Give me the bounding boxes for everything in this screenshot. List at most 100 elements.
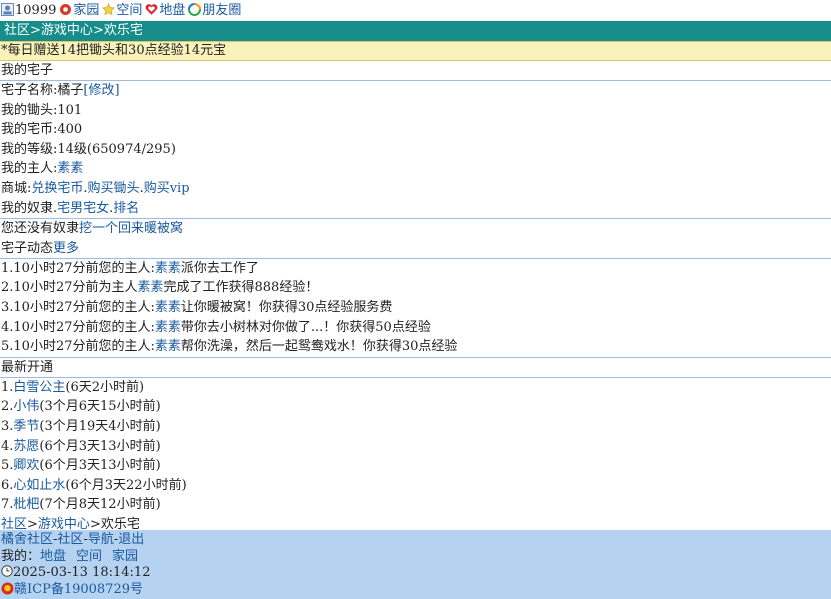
footer-my-label: 我的： xyxy=(1,548,41,564)
house-name-value: 橘子 xyxy=(57,83,84,98)
newest-item-time: (3个月19天4小时前) xyxy=(39,418,161,434)
coin-count: 我的宅币:400 xyxy=(1,122,83,138)
dynamic-item-text: 1.10小时27分前您的主人: xyxy=(1,260,155,276)
dynamic-item-name-link[interactable]: 素素 xyxy=(155,320,181,335)
edit-house-name-link[interactable]: [修改] xyxy=(83,83,119,98)
ranking-link[interactable]: 排名 xyxy=(113,201,139,216)
newest-item-name-link[interactable]: 卿欢 xyxy=(13,458,39,473)
dig-slave-link[interactable]: 挖一个回来暖被窝 xyxy=(79,221,183,236)
slaves-label: 我的奴隶. xyxy=(1,200,58,216)
footer-link-logout[interactable]: 退出 xyxy=(118,532,144,547)
link-space-label: 空间 xyxy=(116,2,143,18)
dynamic-item-name-link[interactable]: 素素 xyxy=(155,339,181,354)
daily-notice: *每日赠送14把锄头和30点经验14元宝 xyxy=(0,41,831,61)
footer-datetime: 2025-03-13 18:14:12 xyxy=(13,565,151,580)
buy-vip-link[interactable]: 购买vip xyxy=(144,181,190,196)
footer-my-home[interactable]: 家园 xyxy=(112,549,138,564)
newest-item-time: (6天2小时前) xyxy=(65,379,145,395)
footer-link-nav[interactable]: 导航 xyxy=(88,532,114,547)
master-label: 我的主人: xyxy=(1,161,58,177)
newest-item-number: 3. xyxy=(1,418,14,434)
master-link[interactable]: 素素 xyxy=(57,161,83,176)
link-territory[interactable]: 地盘 xyxy=(145,1,185,21)
newest-item: 4.苏愿(6个月3天13小时前) xyxy=(0,437,831,457)
footer-my-territory[interactable]: 地盘 xyxy=(40,549,66,564)
no-slave-text: 您还没有奴隶 xyxy=(1,221,80,237)
dynamics-more-link[interactable]: 更多 xyxy=(53,241,79,256)
newest-item-time: (6个月3天13小时前) xyxy=(39,438,161,454)
dynamic-item-result: 派你去工作了 xyxy=(180,260,259,276)
breadcrumb: 社区>游戏中心>欢乐宅 xyxy=(0,21,831,41)
dynamics-title-text: 宅子动态 xyxy=(1,240,54,256)
newest-item: 3.季节(3个月19天4小时前) xyxy=(0,417,831,437)
clock-icon xyxy=(1,565,13,577)
otaku-link[interactable]: 宅男宅女 xyxy=(57,201,109,216)
no-slave-row: 您还没有奴隶挖一个回来暖被窝 xyxy=(0,219,831,239)
dynamic-item: 4.10小时27分前您的主人:素素带你去小树林对你做了...！你获得50点经验 xyxy=(0,318,831,338)
newest-item-name-link[interactable]: 小伟 xyxy=(13,399,39,414)
dynamic-item: 2.10小时27分前为主人素素完成了工作获得888经验！ xyxy=(0,278,831,298)
footer-time-row: 2025-03-13 18:14:12 xyxy=(1,565,831,582)
section-newest-title: 最新开通 xyxy=(0,358,831,378)
dynamic-item-result: 带你去小树林对你做了...！你获得50点经验 xyxy=(180,319,431,335)
footer-my-space[interactable]: 空间 xyxy=(76,549,102,564)
breadcrumb-community[interactable]: 社区 xyxy=(4,23,30,38)
shop-label: 商城: xyxy=(1,180,32,196)
newest-item-time: (3个月6天15小时前) xyxy=(39,399,161,415)
newest-item-time: (7个月8天12小时前) xyxy=(39,497,161,513)
footer-link-community[interactable]: 社区 xyxy=(57,532,83,547)
dynamic-item: 1.10小时27分前您的主人:素素派你去工作了 xyxy=(0,259,831,279)
user-id: 10999 xyxy=(1,1,56,21)
newest-item-time: (6个月3天22小时前) xyxy=(65,477,187,493)
newest-item: 5.卿欢(6个月3天13小时前) xyxy=(0,456,831,476)
newest-list: 1.白雪公主(6天2小时前) 2.小伟(3个月6天15小时前) 3.季节(3个月19… xyxy=(0,378,831,515)
dynamic-item-name-link[interactable]: 素素 xyxy=(155,300,181,315)
newest-item-name-link[interactable]: 苏愿 xyxy=(13,439,39,454)
dynamic-item-name-link[interactable]: 素素 xyxy=(138,280,164,295)
newest-item: 6.心如止水(6个月3天22小时前) xyxy=(0,476,831,496)
link-home[interactable]: 家园 xyxy=(59,1,99,21)
friends-circle-icon xyxy=(188,2,202,16)
footer-link-site[interactable]: 橘舍社区 xyxy=(1,532,53,547)
user-id-text: 10999 xyxy=(15,2,57,18)
newest-item-name-link[interactable]: 季节 xyxy=(13,419,39,434)
footer-icp-row: 赣ICP备19008729号 xyxy=(1,582,831,599)
level-info: 我的等级:14级(650974/295) xyxy=(1,141,176,157)
newest-item-number: 7. xyxy=(1,497,14,513)
newest-item-name-link[interactable]: 白雪公主 xyxy=(13,380,65,395)
home-icon xyxy=(60,3,72,15)
dynamic-item-text: 3.10小时27分前您的主人: xyxy=(1,299,155,315)
link-home-label: 家园 xyxy=(73,2,100,18)
user-icon xyxy=(1,2,14,16)
newest-item-number: 4. xyxy=(1,438,14,454)
icp-link[interactable]: 赣ICP备19008729号 xyxy=(14,582,143,597)
dynamic-item-text: 5.10小时27分前您的主人: xyxy=(1,339,155,355)
newest-item-number: 2. xyxy=(1,399,14,415)
dynamics-list: 1.10小时27分前您的主人:素素派你去工作了 2.10小时27分前为主人素素完成… xyxy=(0,259,831,358)
breadcrumb-current: 欢乐宅 xyxy=(103,23,143,38)
newest-item-number: 1. xyxy=(1,379,14,395)
dynamic-item-result: 帮你洗澡，然后一起鸳鸯戏水！你获得30点经验 xyxy=(180,339,458,355)
dynamic-item-name-link[interactable]: 素素 xyxy=(155,261,181,276)
section-my-house-title: 我的宅子 xyxy=(0,61,831,81)
breadcrumb-sep: > xyxy=(30,23,41,38)
newest-item-name-link[interactable]: 枇杷 xyxy=(13,497,39,512)
newest-item: 7.枇杷(7个月8天12小时前) xyxy=(0,495,831,515)
dynamic-item: 5.10小时27分前您的主人:素素帮你洗澡，然后一起鸳鸯戏水！你获得30点经验 xyxy=(0,337,831,358)
link-territory-label: 地盘 xyxy=(159,2,186,18)
heart-icon xyxy=(146,3,158,15)
newest-item-time: (6个月3天13小时前) xyxy=(39,458,161,474)
buy-hoe-link[interactable]: 购买锄头 xyxy=(88,181,140,196)
top-bar: 10999 家园 空间 地盘 朋友圈 xyxy=(0,0,831,21)
breadcrumb-sep: > xyxy=(92,23,104,38)
newest-item-name-link[interactable]: 心如止水 xyxy=(13,478,65,493)
house-name-row: 宅子名称:橘子[修改] xyxy=(0,81,831,101)
breadcrumb-game-center[interactable]: 游戏中心 xyxy=(41,23,93,38)
newest-item-number: 6. xyxy=(1,477,14,493)
exchange-coins-link[interactable]: 兑换宅币 xyxy=(31,181,83,196)
link-friends[interactable]: 朋友圈 xyxy=(188,1,241,21)
master-row: 我的主人:素素 xyxy=(0,159,831,179)
dynamic-item-text: 2.10小时27分前为主人 xyxy=(1,280,138,296)
hoe-count: 我的锄头:101 xyxy=(1,102,83,118)
link-space[interactable]: 空间 xyxy=(102,1,142,21)
